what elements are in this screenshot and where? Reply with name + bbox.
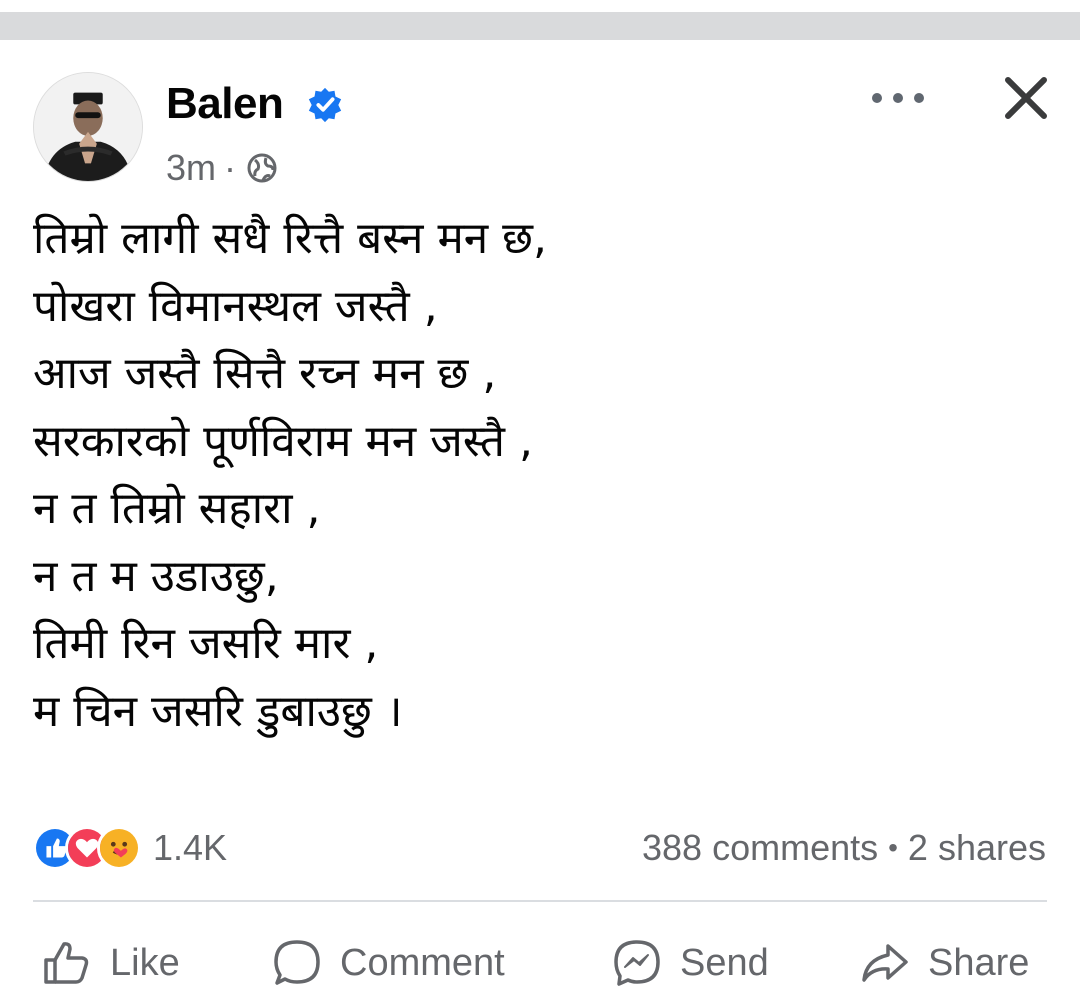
author-name[interactable]: Balen (166, 78, 284, 130)
send-label: Send (680, 941, 769, 984)
like-label: Like (110, 941, 180, 984)
messenger-icon (614, 940, 660, 986)
more-dot (872, 93, 882, 103)
share-label: Share (928, 941, 1030, 984)
more-dot (893, 93, 903, 103)
like-button[interactable]: Like (40, 928, 180, 998)
comment-button[interactable]: Comment (270, 928, 505, 998)
top-divider-strip (0, 12, 1080, 40)
action-bar: Like Comment Send Share (0, 928, 1080, 998)
post-line: म चिन जसरि डुबाउछु । (33, 685, 403, 737)
send-button[interactable]: Send (610, 928, 769, 998)
verified-badge-icon (308, 87, 342, 123)
engagement-stats: 388 comments • 2 shares (642, 824, 1046, 872)
post-line: न त म उडाउछु, (33, 550, 279, 602)
comments-count[interactable]: 388 comments (642, 824, 878, 872)
actions-divider (33, 900, 1047, 902)
comment-bubble-icon (274, 940, 320, 985)
post-line: तिम्रो लागी सधै रित्तै बस्न मन छ, (33, 213, 548, 264)
care-reaction-icon (97, 826, 141, 870)
post-body: तिम्रो लागी सधै रित्तै बस्न मन छ, पोखरा … (33, 205, 1043, 745)
post-line: आज जस्तै सित्तै रच्न मन छ , (33, 348, 497, 399)
post-line: सरकारको पूर्णविराम मन जस्तै , (33, 415, 533, 467)
share-button[interactable]: Share (858, 928, 1029, 998)
more-options-button[interactable] (872, 78, 924, 118)
thumbs-up-icon (44, 942, 89, 984)
avatar-photo (34, 73, 142, 181)
shares-count[interactable]: 2 shares (908, 824, 1046, 872)
post-meta: 3m · (166, 146, 278, 190)
meta-separator: · (224, 147, 237, 188)
post-timestamp[interactable]: 3m (166, 146, 216, 190)
globe-icon[interactable] (246, 152, 278, 184)
more-dot (914, 93, 924, 103)
post-line: तिमी रिन जसरि मार , (33, 618, 379, 669)
avatar[interactable] (33, 72, 143, 182)
comment-label: Comment (340, 941, 505, 984)
reaction-count[interactable]: 1.4K (153, 826, 227, 870)
post-line: पोखरा विमानस्थल जस्तै , (33, 280, 438, 332)
share-arrow-icon (862, 944, 908, 982)
post-line: न त तिम्रो सहारा , (33, 483, 321, 534)
stats-separator: • (888, 832, 898, 863)
close-icon[interactable] (1000, 72, 1052, 124)
reactions-summary[interactable]: 1.4K (33, 824, 227, 872)
